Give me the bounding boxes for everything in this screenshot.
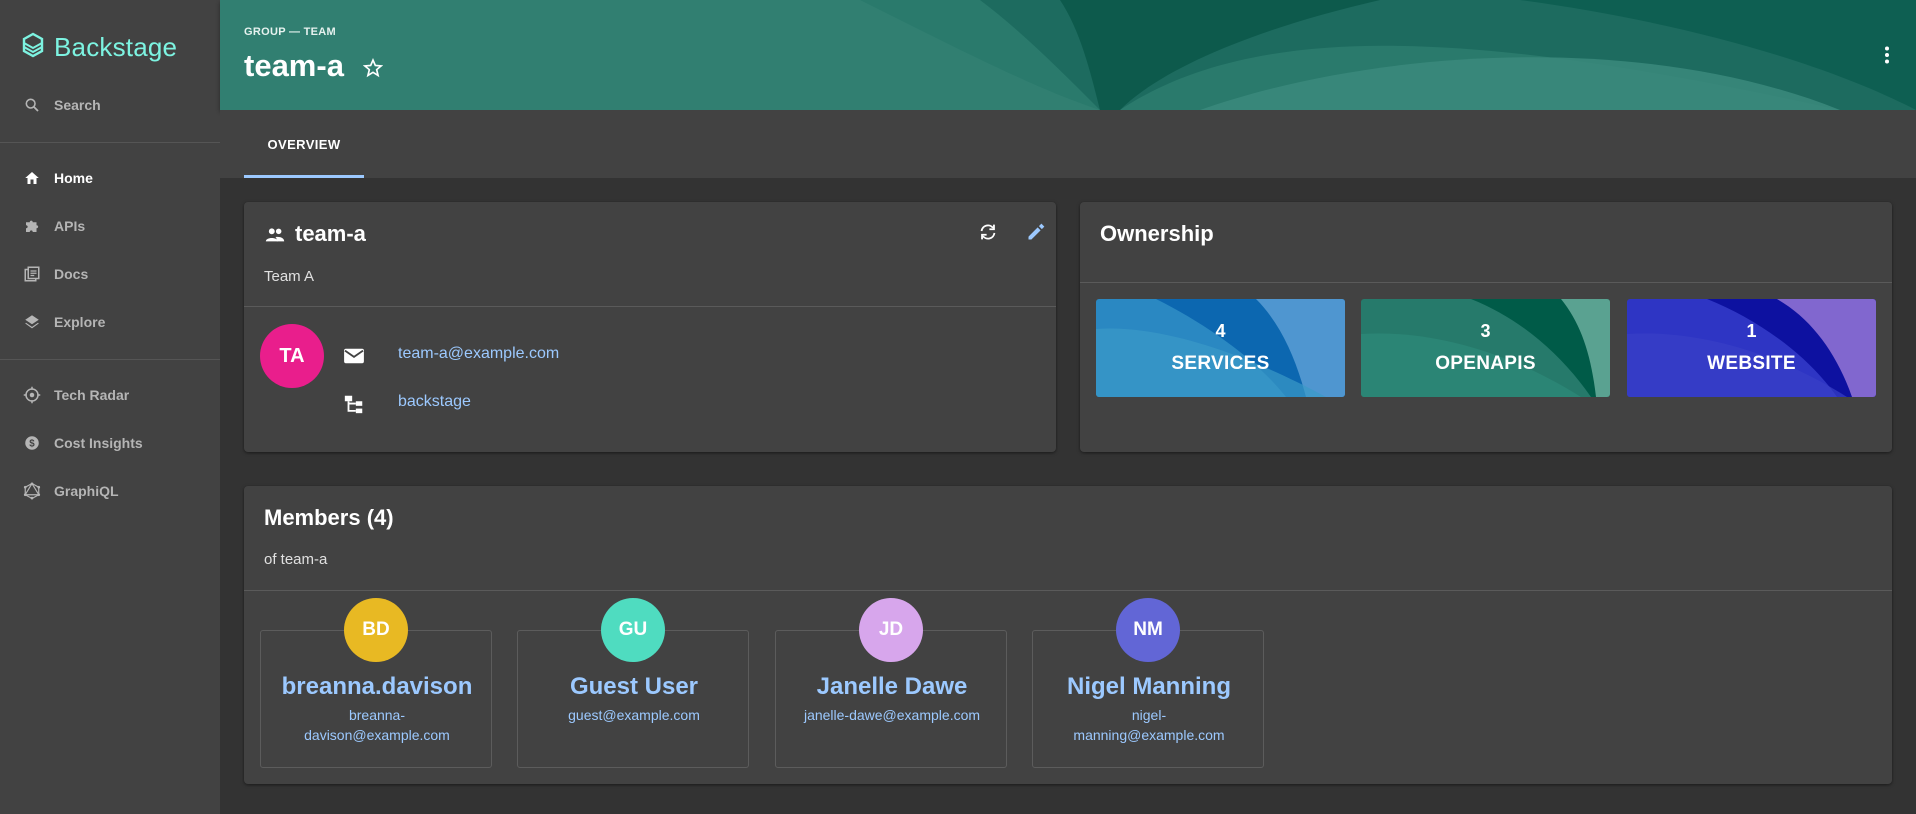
group-card-title: team-a [295, 221, 366, 246]
ownership-title: Ownership [1100, 221, 1214, 246]
favorite-star-icon[interactable] [360, 55, 386, 81]
tab-bar: OVERVIEW [220, 110, 1916, 178]
sidebar-item-label: Search [54, 97, 101, 113]
group-email-link[interactable]: team-a@example.com [398, 345, 559, 363]
tile-label: OPENAPIS [1435, 353, 1536, 374]
card-divider [244, 306, 1056, 307]
sidebar-item-apis[interactable]: APIs [0, 202, 220, 250]
email-icon [342, 344, 366, 368]
tab-indicator [244, 175, 364, 178]
layers-icon [22, 312, 42, 332]
radar-icon [22, 385, 42, 405]
tile-label: WEBSITE [1707, 353, 1796, 374]
member-email-line: davison@example.com [304, 727, 450, 743]
tile-background [1627, 299, 1876, 397]
sidebar-item-label: GraphiQL [54, 483, 119, 499]
sidebar-divider [0, 142, 220, 143]
home-icon [22, 168, 42, 188]
sidebar-item-label: Tech Radar [54, 387, 130, 403]
graphql-icon [22, 481, 42, 501]
sidebar-item-explore[interactable]: Explore [0, 298, 220, 346]
docs-icon [22, 264, 42, 284]
sidebar-item-tech-radar[interactable]: Tech Radar [0, 371, 220, 419]
page-title: team-a [244, 48, 344, 83]
ownership-tile-services[interactable]: 4 SERVICES [1096, 299, 1345, 397]
member-name-link[interactable]: Guest User [518, 673, 750, 701]
tile-count: 1 [1746, 321, 1757, 341]
refresh-icon[interactable] [974, 218, 1002, 246]
svg-text:$: $ [29, 438, 35, 449]
member-email[interactable]: janelle-dawe@example.com [792, 705, 992, 725]
ownership-tile-website[interactable]: 1 WEBSITE [1627, 299, 1876, 397]
members-title: Members (4) [264, 505, 394, 530]
member-email-line: nigel- [1131, 707, 1167, 723]
card-divider [1080, 282, 1892, 283]
member-name-link[interactable]: Nigel Manning [1033, 673, 1265, 701]
group-profile-card: team-a Team A TA team-a@example.com back… [244, 202, 1056, 452]
more-vert-icon[interactable] [1872, 40, 1902, 70]
entity-kind: GROUP — TEAM [244, 26, 337, 38]
sidebar-item-label: Home [54, 170, 93, 186]
sidebar-item-label: Docs [54, 266, 89, 282]
page-header: GROUP — TEAM team-a [220, 0, 1916, 110]
sidebar-item-docs[interactable]: Docs [0, 250, 220, 298]
member-name-link[interactable]: Janelle Dawe [776, 673, 1008, 701]
tile-background [1096, 299, 1345, 397]
tile-count: 4 [1215, 321, 1226, 341]
sidebar-item-search[interactable]: Search [0, 81, 220, 129]
header-background [220, 0, 1916, 110]
avatar: TA [260, 324, 324, 388]
puzzle-icon [22, 216, 42, 236]
avatar: NM [1116, 598, 1180, 662]
member-email-line: manning@example.com [1073, 727, 1225, 743]
group-icon [264, 224, 286, 251]
tile-label: SERVICES [1171, 353, 1270, 374]
money-icon: $ [22, 433, 42, 453]
sidebar-item-graphiql[interactable]: GraphiQL [0, 467, 220, 515]
card-divider [244, 590, 1892, 591]
avatar: JD [859, 598, 923, 662]
ownership-tile-openapis[interactable]: 3 OPENAPIS [1361, 299, 1610, 397]
sidebar-item-label: Explore [54, 314, 106, 330]
app-name: Backstage [54, 31, 178, 62]
member-email[interactable]: guest@example.com [534, 705, 734, 725]
backstage-logo[interactable]: Backstage [20, 30, 177, 64]
member-email-line: janelle-dawe@example.com [803, 707, 981, 723]
member-name-link[interactable]: breanna.davison [261, 673, 493, 701]
search-icon [22, 95, 42, 115]
avatar: BD [344, 598, 408, 662]
avatar: GU [601, 598, 665, 662]
sidebar-item-label: APIs [54, 218, 86, 234]
backstage-logo-icon [20, 31, 46, 64]
sidebar-item-home[interactable]: Home [0, 154, 220, 202]
parent-group-icon [342, 392, 366, 416]
member-email[interactable]: nigel- manning@example.com [1049, 705, 1249, 745]
tab-overview[interactable]: OVERVIEW [244, 110, 364, 178]
edit-icon[interactable] [1022, 218, 1050, 246]
tile-background [1361, 299, 1610, 397]
sidebar-item-label: Cost Insights [54, 435, 143, 451]
member-email-line: guest@example.com [568, 707, 700, 723]
sidebar-item-cost-insights[interactable]: $ Cost Insights [0, 419, 220, 467]
parent-group-link[interactable]: backstage [398, 393, 471, 411]
member-email[interactable]: breanna- davison@example.com [277, 705, 477, 745]
sidebar: Backstage Search Home APIs Docs Explore [0, 0, 220, 814]
member-email-line: breanna- [348, 707, 406, 723]
tile-count: 3 [1480, 321, 1491, 341]
sidebar-divider [0, 359, 220, 360]
group-description: Team A [264, 268, 315, 285]
members-subtitle: of team-a [264, 551, 328, 568]
ownership-card: Ownership 4 SERVICES 3 OPENAPIS 1 WEBSIT… [1080, 202, 1892, 452]
